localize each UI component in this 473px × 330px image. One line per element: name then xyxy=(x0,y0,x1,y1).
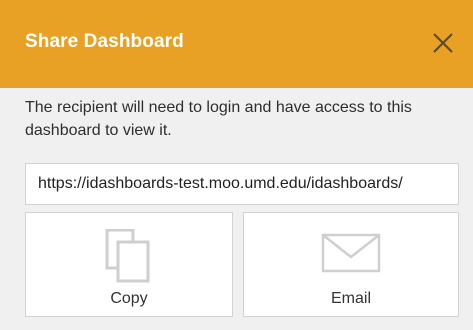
email-button-label: Email xyxy=(330,290,371,307)
share-dashboard-dialog: Share Dashboard The recipient will need … xyxy=(0,0,473,330)
email-button[interactable]: Email xyxy=(243,212,459,317)
copy-icon xyxy=(105,229,150,283)
envelope-icon xyxy=(321,233,381,273)
share-message: The recipient will need to login and hav… xyxy=(25,99,412,139)
share-url-input[interactable] xyxy=(25,163,459,205)
close-icon xyxy=(433,33,453,53)
copy-button[interactable]: Copy xyxy=(25,212,233,317)
dialog-header: Share Dashboard xyxy=(0,0,473,88)
dialog-title: Share Dashboard xyxy=(25,31,184,52)
copy-button-label: Copy xyxy=(110,290,148,307)
close-button[interactable] xyxy=(428,28,458,58)
